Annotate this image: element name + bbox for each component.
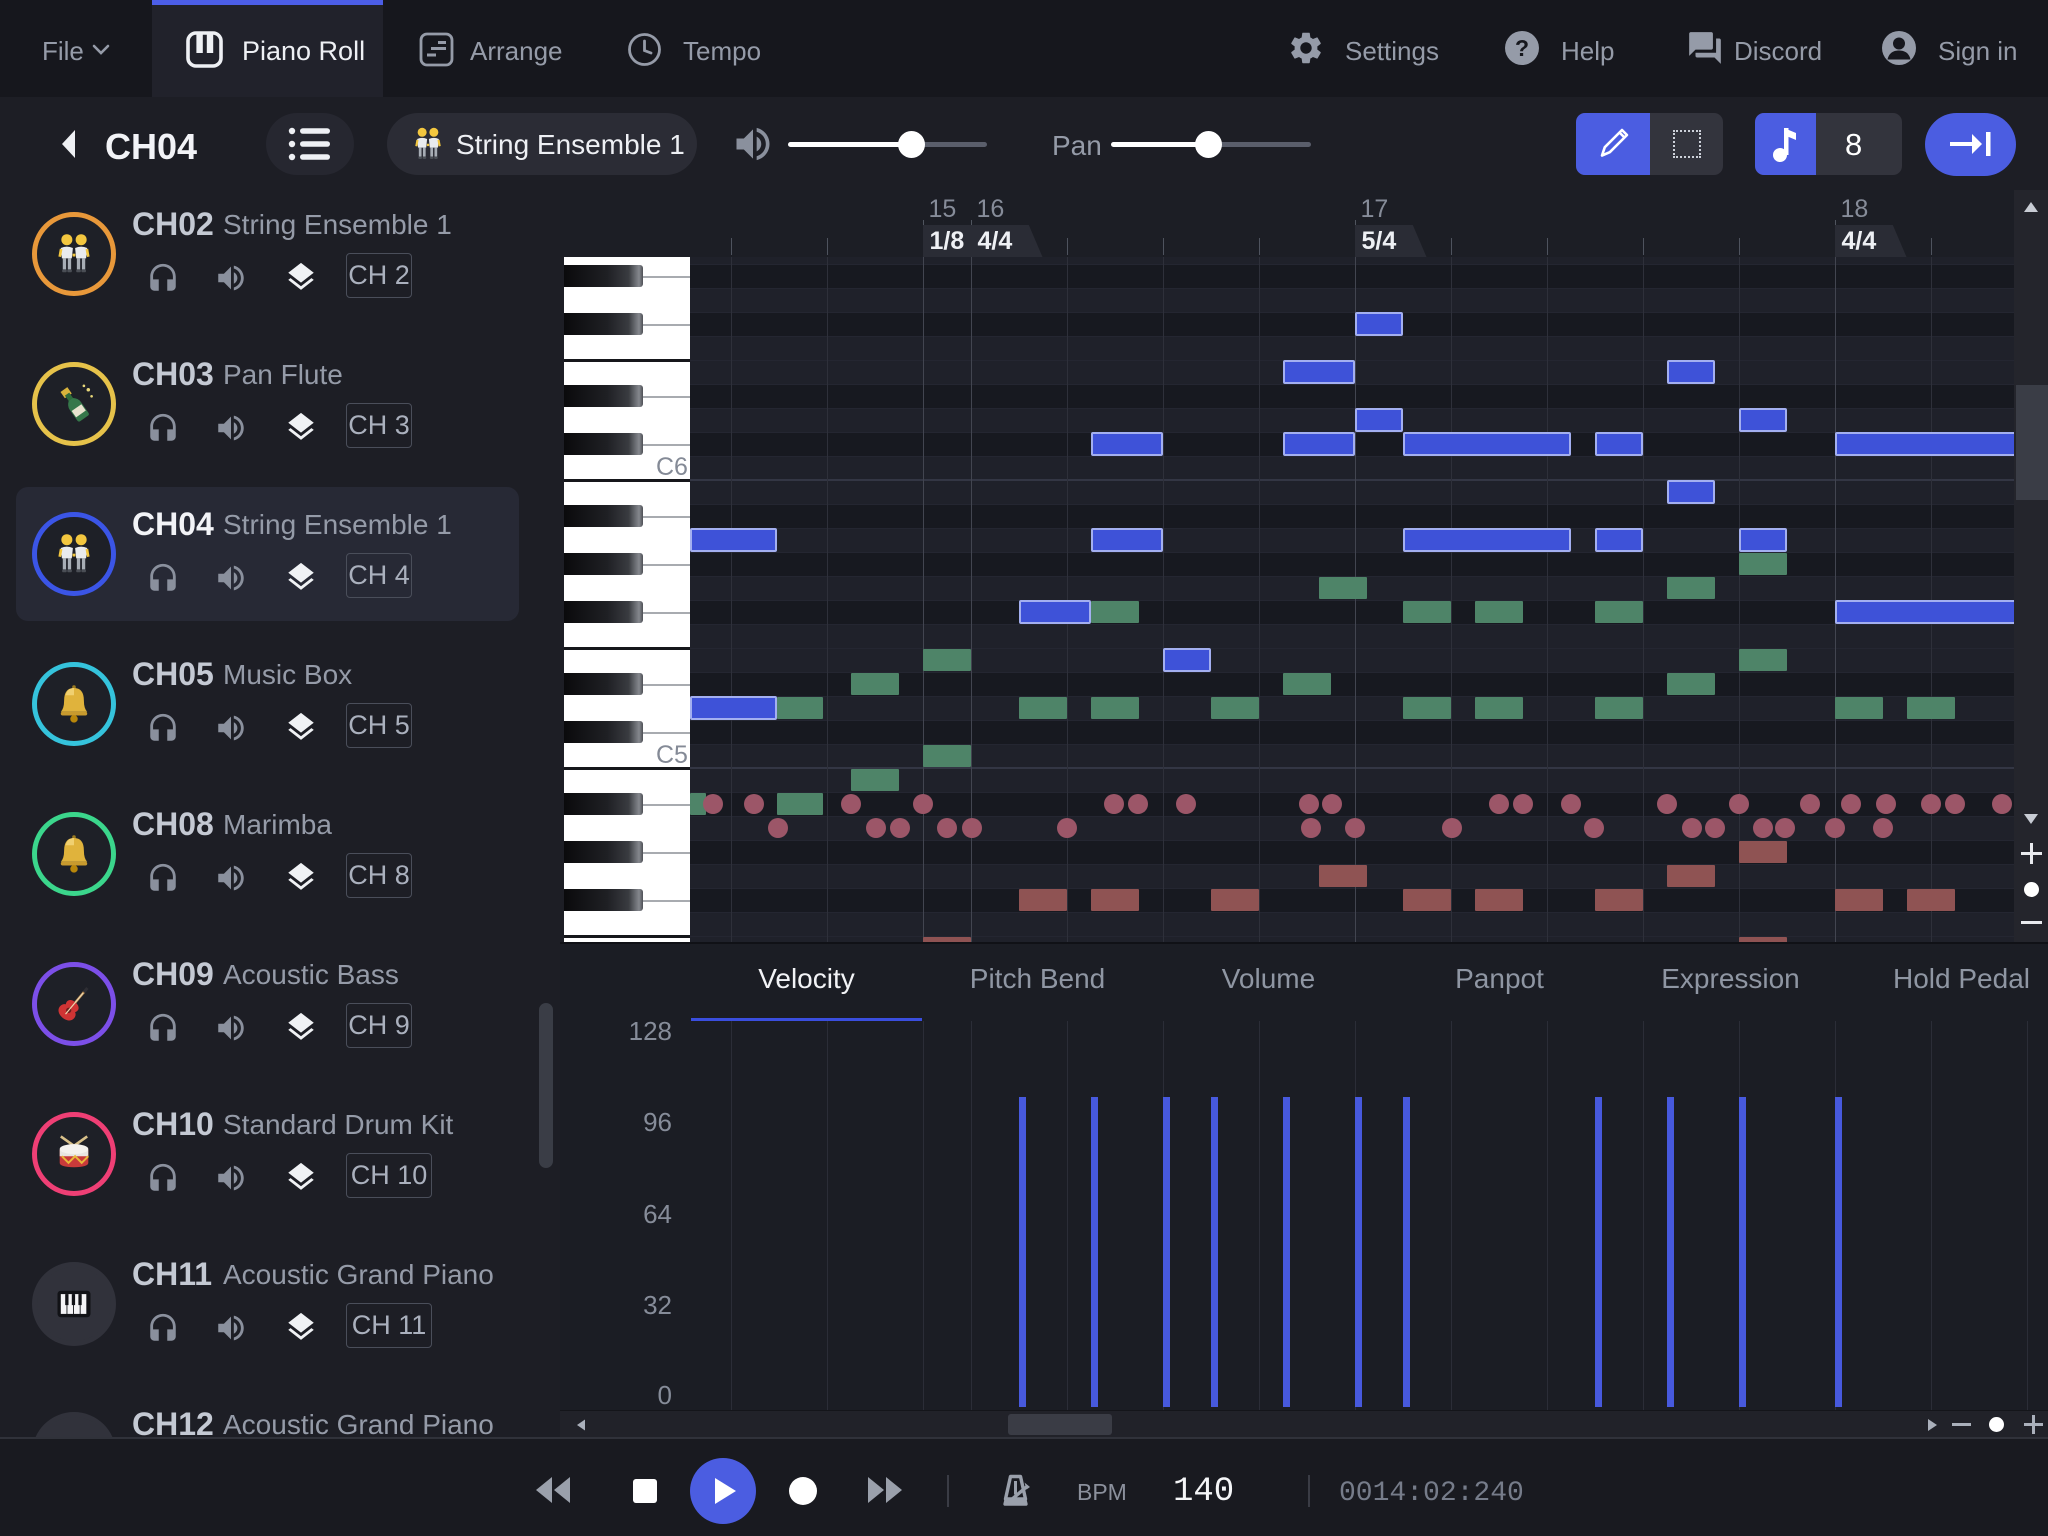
svg-text:?: ? — [1515, 35, 1529, 61]
